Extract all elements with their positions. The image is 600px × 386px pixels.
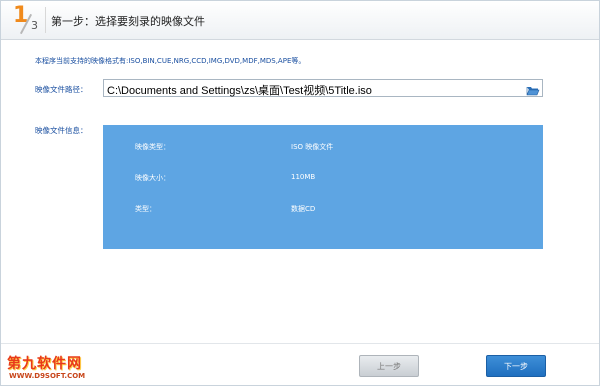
info-value-disc-type: 数据CD: [291, 205, 316, 213]
step-total: 3: [31, 19, 38, 32]
info-value-size: 110MB: [291, 173, 316, 181]
folder-open-icon[interactable]: [526, 82, 540, 96]
info-key-size: 映像大小：: [135, 174, 170, 182]
previous-button[interactable]: 上一步: [359, 355, 419, 377]
image-path-value: C:\Documents and Settings\zs\桌面\Test视频\5…: [107, 85, 372, 97]
wizard-header: 1 3 第一步：选择要刻录的映像文件: [1, 1, 599, 40]
info-key-type: 映像类型：: [135, 143, 170, 151]
info-key-disc-type: 类型：: [135, 205, 156, 213]
image-path-label: 映像文件路径：: [35, 85, 88, 94]
step-indicator: 1 3: [11, 3, 41, 35]
info-value-type: ISO 映像文件: [291, 143, 334, 151]
image-info-label: 映像文件信息：: [35, 126, 88, 135]
image-info-panel: 映像类型： ISO 映像文件 映像大小： 110MB 类型： 数据CD: [103, 125, 543, 249]
image-path-field[interactable]: C:\Documents and Settings\zs\桌面\Test视频\5…: [103, 79, 543, 97]
site-logo: 第九软件网 WWW.D9SOFT.COM: [7, 353, 97, 383]
header-divider: [45, 7, 46, 33]
wizard-window: 1 3 第一步：选择要刻录的映像文件 本程序当前支持的映像格式有:ISO,BIN…: [0, 0, 600, 386]
supported-formats-text: 本程序当前支持的映像格式有:ISO,BIN,CUE,NRG,CCD,IMG,DV…: [35, 57, 306, 65]
page-title: 第一步：选择要刻录的映像文件: [51, 15, 205, 28]
next-button[interactable]: 下一步: [486, 355, 546, 377]
logo-text: 第九软件网: [7, 356, 82, 372]
footer-divider: [1, 343, 599, 344]
logo-url: WWW.D9SOFT.COM: [9, 372, 86, 380]
